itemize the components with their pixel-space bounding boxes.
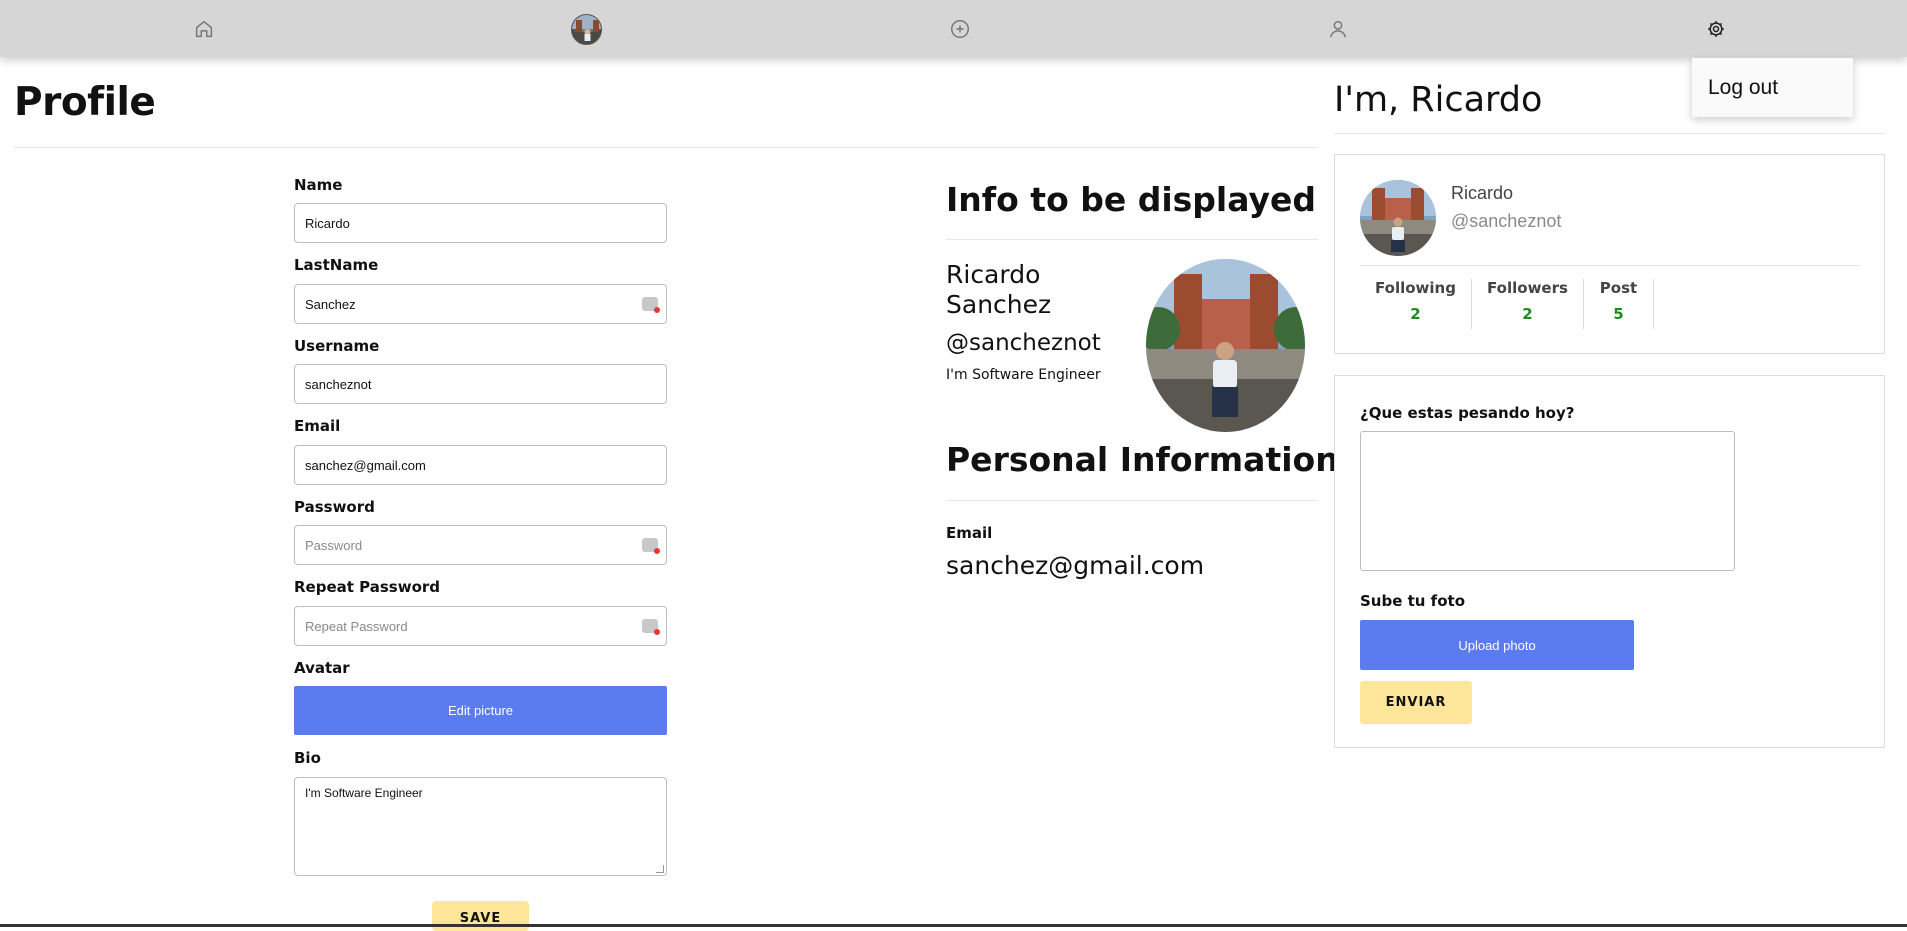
stat-posts[interactable]: Post 5	[1584, 279, 1654, 329]
password-manager-icon[interactable]	[642, 538, 660, 554]
nav-avatar[interactable]	[571, 14, 602, 45]
name-value: Ricardo	[305, 216, 350, 231]
lastname-value: Sanchez	[305, 297, 356, 312]
card-name: Ricardo	[1451, 183, 1514, 203]
settings-dropdown: Log out	[1692, 58, 1853, 117]
bio-textarea[interactable]: I'm Software Engineer	[294, 777, 667, 876]
resize-handle[interactable]	[656, 865, 664, 873]
username-value: sancheznot	[305, 377, 372, 392]
stat-label: Following	[1375, 279, 1456, 297]
stat-value: 5	[1613, 305, 1624, 323]
profile-card: Ricardo @sancheznot Following 2 Follower…	[1334, 154, 1885, 354]
divider	[1334, 133, 1885, 134]
password-manager-icon[interactable]	[642, 297, 660, 313]
password-field[interactable]: Password	[294, 525, 667, 565]
add-circle-icon[interactable]	[947, 16, 973, 42]
username-field[interactable]: sancheznot	[294, 364, 667, 404]
display-name: Ricardo Sanchez	[946, 260, 1052, 319]
greeting: I'm, Ricardo	[1334, 80, 1543, 120]
stat-label: Followers	[1487, 279, 1568, 297]
password-label: Password	[294, 498, 375, 516]
card-handle: @sancheznot	[1451, 211, 1562, 231]
email-value: sanchez@gmail.com	[305, 458, 426, 473]
top-navbar	[0, 0, 1907, 57]
lastname-label: LastName	[294, 256, 379, 274]
page-title: Profile	[14, 80, 156, 125]
email-field[interactable]: sanchez@gmail.com	[294, 445, 667, 485]
username-label: Username	[294, 337, 380, 355]
logout-menu-item[interactable]: Log out	[1708, 76, 1778, 100]
stat-value: 2	[1522, 305, 1533, 323]
personal-info-title: Personal Information	[946, 440, 1339, 479]
display-bio: I'm Software Engineer	[946, 367, 1101, 383]
avatar-label: Avatar	[294, 659, 350, 677]
stat-following[interactable]: Following 2	[1360, 279, 1472, 329]
avatar	[1360, 180, 1436, 256]
gear-icon[interactable]	[1703, 16, 1729, 42]
personal-email-label: Email	[946, 524, 993, 542]
name-field[interactable]: Ricardo	[294, 203, 667, 243]
photo-label: Sube tu foto	[1360, 592, 1465, 610]
personal-email-value: sanchez@gmail.com	[946, 551, 1205, 580]
divider	[946, 500, 1318, 501]
edit-picture-button[interactable]: Edit picture	[294, 686, 667, 735]
password-placeholder: Password	[305, 538, 363, 553]
submit-post-button[interactable]: ENVIAR	[1360, 681, 1472, 724]
info-title: Info to be displayed	[946, 180, 1316, 219]
post-textarea[interactable]	[1360, 431, 1735, 571]
divider	[946, 239, 1318, 240]
user-icon[interactable]	[1325, 16, 1351, 42]
email-label: Email	[294, 417, 341, 435]
stat-value: 2	[1410, 305, 1421, 323]
display-username: @sancheznot	[946, 330, 1101, 356]
upload-photo-button[interactable]: Upload photo	[1360, 620, 1634, 670]
password-manager-icon[interactable]	[642, 619, 660, 635]
repeat-password-field[interactable]: Repeat Password	[294, 606, 667, 646]
stat-label: Post	[1599, 279, 1638, 297]
post-prompt-label: ¿Que estas pesando hoy?	[1360, 404, 1575, 422]
repeat-password-placeholder: Repeat Password	[305, 619, 408, 634]
divider	[1360, 265, 1860, 266]
name-label: Name	[294, 176, 343, 194]
bio-value: I'm Software Engineer	[305, 786, 423, 800]
profile-photo	[1146, 259, 1305, 432]
divider	[14, 147, 1318, 148]
lastname-field[interactable]: Sanchez	[294, 284, 667, 324]
home-icon[interactable]	[191, 16, 217, 42]
bio-label: Bio	[294, 749, 321, 767]
repeat-password-label: Repeat Password	[294, 578, 441, 596]
new-post-card: ¿Que estas pesando hoy? Sube tu foto Upl…	[1334, 375, 1885, 748]
stat-followers[interactable]: Followers 2	[1472, 279, 1584, 329]
